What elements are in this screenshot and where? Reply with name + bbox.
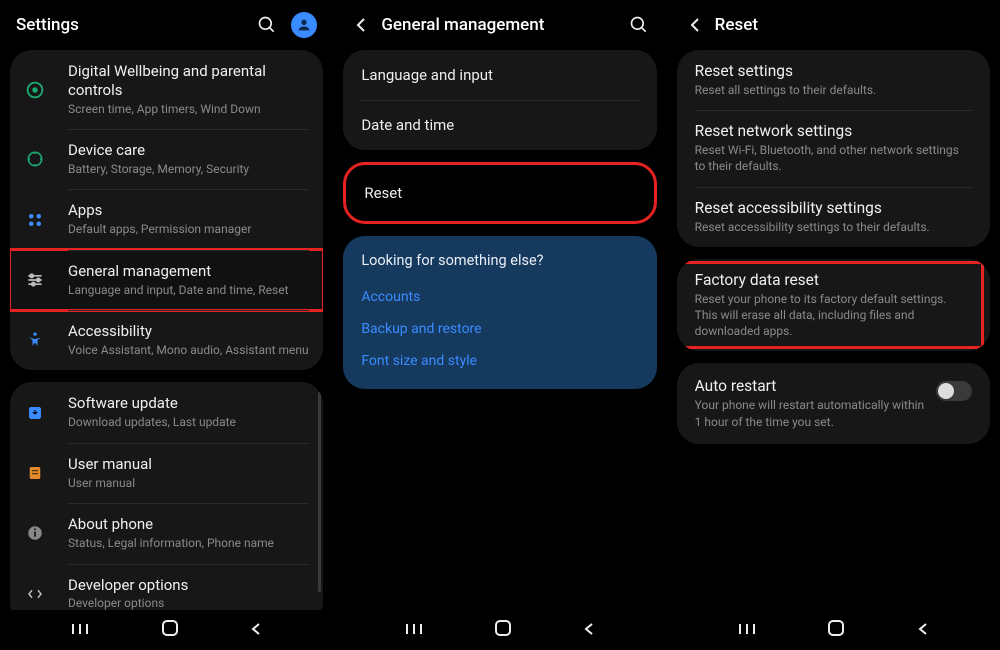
item-label: Language and input bbox=[361, 66, 493, 84]
item-label: Reset bbox=[364, 184, 402, 202]
item-title: Software update bbox=[68, 394, 309, 413]
back-button[interactable] bbox=[249, 621, 263, 640]
reset-item-factory[interactable]: Factory data reset Reset your phone to i… bbox=[677, 259, 990, 352]
looking-link-accounts[interactable]: Accounts bbox=[361, 281, 638, 313]
auto-restart-group: Auto restart Your phone will restart aut… bbox=[677, 363, 990, 443]
item-subtitle: Battery, Storage, Memory, Security bbox=[68, 162, 309, 178]
general-icon bbox=[24, 269, 46, 291]
item-title: Reset accessibility settings bbox=[695, 199, 972, 217]
factory-group: Factory data reset Reset your phone to i… bbox=[677, 259, 990, 352]
header: Settings bbox=[0, 0, 333, 50]
reset-item-settings[interactable]: Reset settings Reset all settings to the… bbox=[677, 50, 990, 110]
settings-item-accessibility[interactable]: Accessibility Voice Assistant, Mono audio… bbox=[10, 310, 323, 370]
settings-list: Digital Wellbeing and parental controls S… bbox=[0, 50, 333, 610]
gm-item-datetime[interactable]: Date and time bbox=[343, 100, 656, 150]
item-title: Accessibility bbox=[68, 322, 309, 341]
item-title: Device care bbox=[68, 141, 309, 160]
header: Reset bbox=[667, 0, 1000, 50]
item-subtitle: Status, Legal information, Phone name bbox=[68, 536, 309, 552]
gm-group-reset: Reset bbox=[343, 162, 656, 224]
account-avatar-icon[interactable] bbox=[291, 12, 317, 38]
header-title: General management bbox=[381, 15, 626, 35]
settings-screen: Settings Digital Wellbeing and parental … bbox=[0, 0, 333, 650]
item-title: Apps bbox=[68, 201, 309, 220]
auto-restart-toggle[interactable] bbox=[936, 381, 972, 401]
gm-group: Language and input Date and time bbox=[343, 50, 656, 150]
reset-list: Reset settings Reset all settings to the… bbox=[667, 50, 1000, 610]
item-title: Auto restart bbox=[695, 377, 926, 395]
update-icon bbox=[24, 402, 46, 424]
gm-list: Language and input Date and time Reset L… bbox=[333, 50, 666, 610]
item-subtitle: Screen time, App timers, Wind Down bbox=[68, 102, 309, 118]
home-button[interactable] bbox=[161, 619, 179, 641]
nav-bar bbox=[0, 610, 333, 650]
item-subtitle: Download updates, Last update bbox=[68, 415, 309, 431]
accessibility-icon bbox=[24, 329, 46, 351]
devicecare-icon bbox=[24, 148, 46, 170]
looking-link-font[interactable]: Font size and style bbox=[361, 345, 638, 377]
item-subtitle: Voice Assistant, Mono audio, Assistant m… bbox=[68, 343, 309, 359]
dev-icon bbox=[24, 583, 46, 605]
gm-item-reset[interactable]: Reset bbox=[346, 165, 653, 221]
item-title: About phone bbox=[68, 515, 309, 534]
settings-item-about-phone[interactable]: About phone Status, Legal information, Ph… bbox=[10, 503, 323, 563]
item-title: Reset network settings bbox=[695, 122, 972, 140]
nav-bar bbox=[667, 610, 1000, 650]
item-title: User manual bbox=[68, 455, 309, 474]
item-title: Digital Wellbeing and parental controls bbox=[68, 62, 309, 100]
search-icon[interactable] bbox=[627, 13, 651, 37]
looking-title: Looking for something else? bbox=[361, 252, 638, 269]
manual-icon bbox=[24, 462, 46, 484]
reset-screen: Reset Reset settings Reset all settings … bbox=[667, 0, 1000, 650]
settings-item-apps[interactable]: Apps Default apps, Permission manager bbox=[10, 189, 323, 249]
settings-group: Digital Wellbeing and parental controls S… bbox=[10, 50, 323, 370]
reset-group: Reset settings Reset all settings to the… bbox=[677, 50, 990, 247]
search-icon[interactable] bbox=[255, 13, 279, 37]
item-title: Reset settings bbox=[695, 62, 972, 80]
reset-item-accessibility[interactable]: Reset accessibility settings Reset acces… bbox=[677, 187, 990, 247]
nav-bar bbox=[333, 610, 666, 650]
recent-apps-button[interactable] bbox=[404, 621, 424, 640]
item-subtitle: Reset accessibility settings to their de… bbox=[695, 219, 972, 235]
home-button[interactable] bbox=[827, 619, 845, 641]
auto-restart-row[interactable]: Auto restart Your phone will restart aut… bbox=[677, 363, 990, 443]
item-label: Date and time bbox=[361, 116, 454, 134]
looking-card: Looking for something else? Accounts Bac… bbox=[343, 236, 656, 389]
info-icon bbox=[24, 522, 46, 544]
item-subtitle: User manual bbox=[68, 476, 309, 492]
back-button[interactable] bbox=[582, 621, 596, 640]
item-subtitle: Reset Wi-Fi, Bluetooth, and other networ… bbox=[695, 142, 972, 174]
settings-group: Software update Download updates, Last up… bbox=[10, 382, 323, 610]
header-title: Reset bbox=[715, 15, 984, 35]
home-button[interactable] bbox=[494, 619, 512, 641]
settings-item-developer-options[interactable]: Developer optionsDeveloper options bbox=[10, 564, 323, 611]
wellbeing-icon bbox=[24, 79, 46, 101]
back-icon[interactable] bbox=[683, 13, 707, 37]
settings-item-devicecare[interactable]: Device care Battery, Storage, Memory, Sec… bbox=[10, 129, 323, 189]
settings-item-general-management[interactable]: General management Language and input, Da… bbox=[10, 250, 323, 310]
back-icon[interactable] bbox=[349, 13, 373, 37]
recent-apps-button[interactable] bbox=[737, 621, 757, 640]
item-subtitle: Reset your phone to its factory default … bbox=[695, 291, 972, 340]
item-subtitle: Reset all settings to their defaults. bbox=[695, 82, 972, 98]
looking-link-backup[interactable]: Backup and restore bbox=[361, 313, 638, 345]
apps-icon bbox=[24, 209, 46, 231]
settings-item-wellbeing[interactable]: Digital Wellbeing and parental controls S… bbox=[10, 50, 323, 129]
settings-item-user-manual[interactable]: User manual User manual bbox=[10, 443, 323, 503]
header: General management bbox=[333, 0, 666, 50]
gm-item-language[interactable]: Language and input bbox=[343, 50, 656, 100]
item-subtitle: Language and input, Date and time, Reset bbox=[68, 283, 309, 299]
reset-item-network[interactable]: Reset network settings Reset Wi-Fi, Blue… bbox=[677, 110, 990, 186]
general-management-screen: General management Language and input Da… bbox=[333, 0, 666, 650]
item-title: Factory data reset bbox=[695, 271, 972, 289]
recent-apps-button[interactable] bbox=[70, 621, 90, 640]
header-title: Settings bbox=[16, 15, 255, 35]
item-subtitle: Default apps, Permission manager bbox=[68, 222, 309, 238]
item-title: General management bbox=[68, 262, 309, 281]
item-subtitle: Your phone will restart automatically wi… bbox=[695, 397, 926, 429]
item-title: Developer options bbox=[68, 576, 309, 595]
settings-item-software-update[interactable]: Software update Download updates, Last up… bbox=[10, 382, 323, 442]
item-subtitle: Developer options bbox=[68, 596, 309, 610]
back-button[interactable] bbox=[916, 621, 930, 640]
